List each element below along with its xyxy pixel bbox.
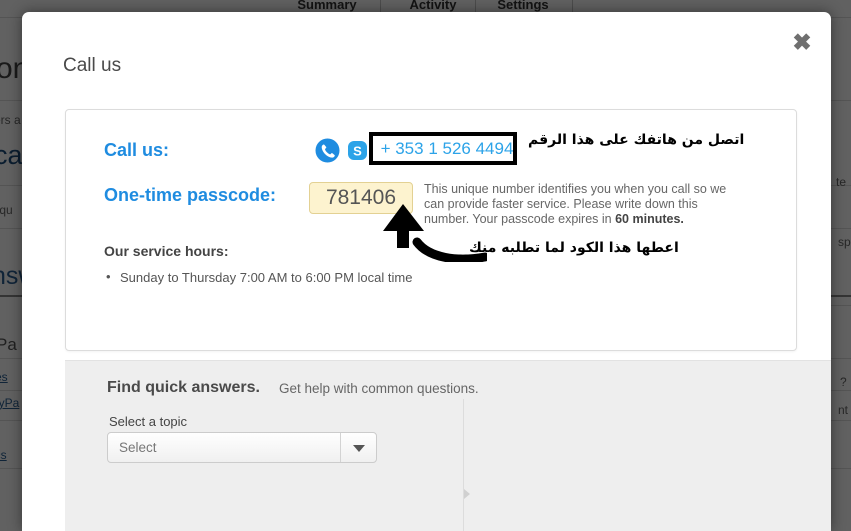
topic-select[interactable]: Select [107,432,377,463]
skype-icon: S [348,141,367,160]
annotation-arabic-phone: اتصل من هاتفك على هذا الرقم [528,132,745,148]
select-a-topic-label: Select a topic [109,414,188,429]
list-item: Sunday to Thursday 7:00 AM to 6:00 PM lo… [104,269,412,285]
faq-subheading: Get help with common questions. [279,381,479,396]
service-hours-label: Our service hours: [104,243,229,259]
phone-icon [315,138,340,163]
panel-marker-icon [464,489,470,499]
chevron-down-icon [353,445,365,452]
faq-heading: Find quick answers. [107,379,260,396]
one-time-passcode-label: One-time passcode: [104,185,277,205]
panel-divider [463,399,464,531]
svg-text:S: S [353,144,362,159]
topic-select-arrow-cell[interactable] [340,433,376,462]
close-icon[interactable]: ✖ [789,29,815,55]
service-hours-list: Sunday to Thursday 7:00 AM to 6:00 PM lo… [104,269,412,285]
page-title: Call us [63,55,122,76]
call-us-modal: ✖ Call us Call us: S + 353 1 526 4494 ات… [22,12,831,531]
phone-number-link[interactable]: + 353 1 526 4494 [373,136,521,161]
phone-number-highlight-box: + 353 1 526 4494 [369,132,517,165]
find-quick-answers-panel: Find quick answers. Get help with common… [65,360,831,531]
passcode-expiry-bold: 60 minutes. [615,212,684,226]
call-us-label: Call us: [104,140,170,160]
annotation-arabic-passcode: اعطها هذا الكود لما تطلبه منك [469,240,679,256]
topic-select-value: Select [119,440,157,455]
